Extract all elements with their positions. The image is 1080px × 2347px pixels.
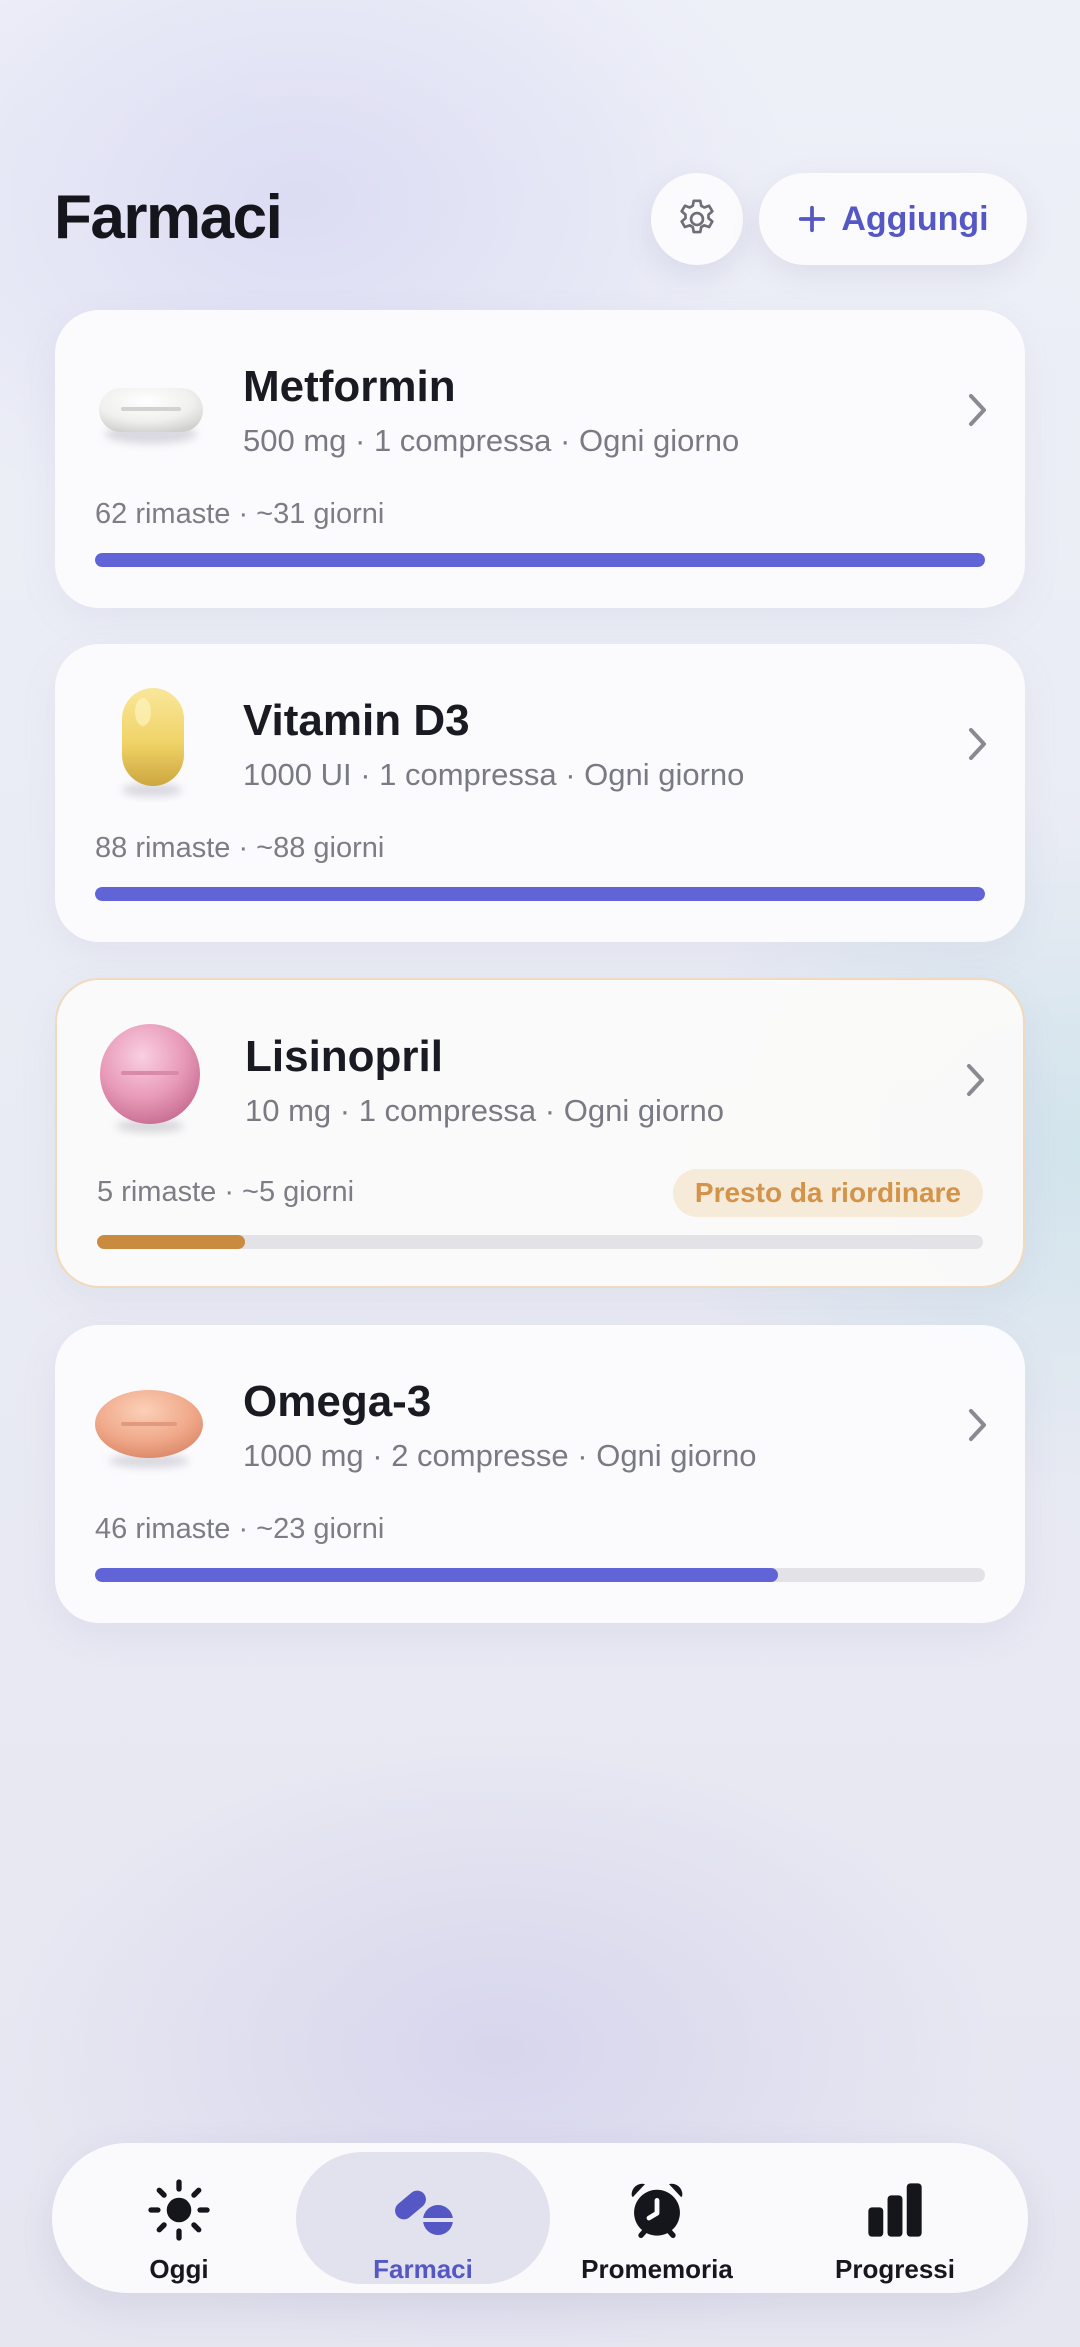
add-button-label: Aggiungi: [841, 199, 989, 238]
stock-remaining: 46 rimaste · ~23 giorni: [95, 1513, 385, 1545]
medication-name: Metformin: [243, 362, 456, 411]
white-tablet-icon: [99, 388, 203, 444]
sun-icon: [148, 2179, 210, 2241]
orange-softgel-icon: [95, 1390, 203, 1468]
medication-dose: 10 mg · 1 compressa · Ogni giorno: [245, 1093, 724, 1128]
reorder-badge: Presto da riordinare: [672, 1169, 983, 1217]
stock-progress-bar: [95, 1568, 985, 1582]
pills-icon: [395, 2190, 453, 2235]
yellow-capsule-icon: [122, 688, 184, 797]
add-medication-button[interactable]: Aggiungi: [759, 173, 1027, 265]
chevron-right-icon: [967, 1064, 984, 1096]
stock-progress-fill: [97, 1235, 245, 1249]
page-title: Farmaci: [54, 183, 283, 252]
chevron-right-icon: [969, 394, 986, 426]
chevron-right-icon: [969, 728, 986, 760]
plus-icon: [799, 205, 826, 233]
settings-button[interactable]: [651, 173, 743, 265]
tab-farmaci[interactable]: Farmaci: [296, 2152, 550, 2284]
stock-progress-bar: [97, 1235, 983, 1249]
stock-progress-bar: [95, 887, 985, 901]
tab-label: Progressi: [835, 2254, 955, 2284]
tab-label: Farmaci: [373, 2254, 473, 2284]
medication-name: Vitamin D3: [243, 696, 470, 745]
tab-oggi[interactable]: Oggi: [52, 2152, 306, 2284]
tab-progressi[interactable]: Progressi: [768, 2152, 1022, 2284]
medication-name: Omega-3: [243, 1377, 432, 1426]
medication-card-lisinopril[interactable]: Lisinopril 10 mg · 1 compressa · Ogni gi…: [55, 978, 1025, 1288]
stock-remaining: 62 rimaste · ~31 giorni: [95, 498, 385, 530]
medication-dose: 1000 mg · 2 compresse · Ogni giorno: [243, 1438, 757, 1473]
alarm-clock-icon: [631, 2183, 683, 2238]
stock-progress-fill: [95, 887, 985, 901]
tab-promemoria[interactable]: Promemoria: [530, 2152, 784, 2284]
bar-chart-icon: [868, 2183, 922, 2237]
medication-dose: 500 mg · 1 compressa · Ogni giorno: [243, 423, 740, 458]
medication-name: Lisinopril: [245, 1032, 443, 1081]
stock-remaining: 5 rimaste · ~5 giorni: [97, 1176, 355, 1208]
chevron-right-icon: [969, 1409, 986, 1441]
stock-progress-fill: [95, 1568, 778, 1582]
medication-card-omega-3[interactable]: Omega-3 1000 mg · 2 compresse · Ogni gio…: [55, 1325, 1025, 1623]
bottom-tab-bar: Oggi Farmaci Promemoria Progressi: [52, 2143, 1028, 2293]
medication-card-vitamin-d3[interactable]: Vitamin D3 1000 UI · 1 compressa · Ogni …: [55, 644, 1025, 942]
gear-icon: [680, 199, 714, 234]
stock-progress-bar: [95, 553, 985, 567]
pink-tablet-icon: [100, 1024, 200, 1133]
stock-remaining: 88 rimaste · ~88 giorni: [95, 832, 385, 864]
stock-progress-fill: [95, 553, 985, 567]
tab-label: Oggi: [149, 2254, 209, 2284]
medication-card-metformin[interactable]: Metformin 500 mg · 1 compressa · Ogni gi…: [55, 310, 1025, 608]
tab-label: Promemoria: [581, 2254, 733, 2284]
medication-dose: 1000 UI · 1 compressa · Ogni giorno: [243, 757, 745, 792]
